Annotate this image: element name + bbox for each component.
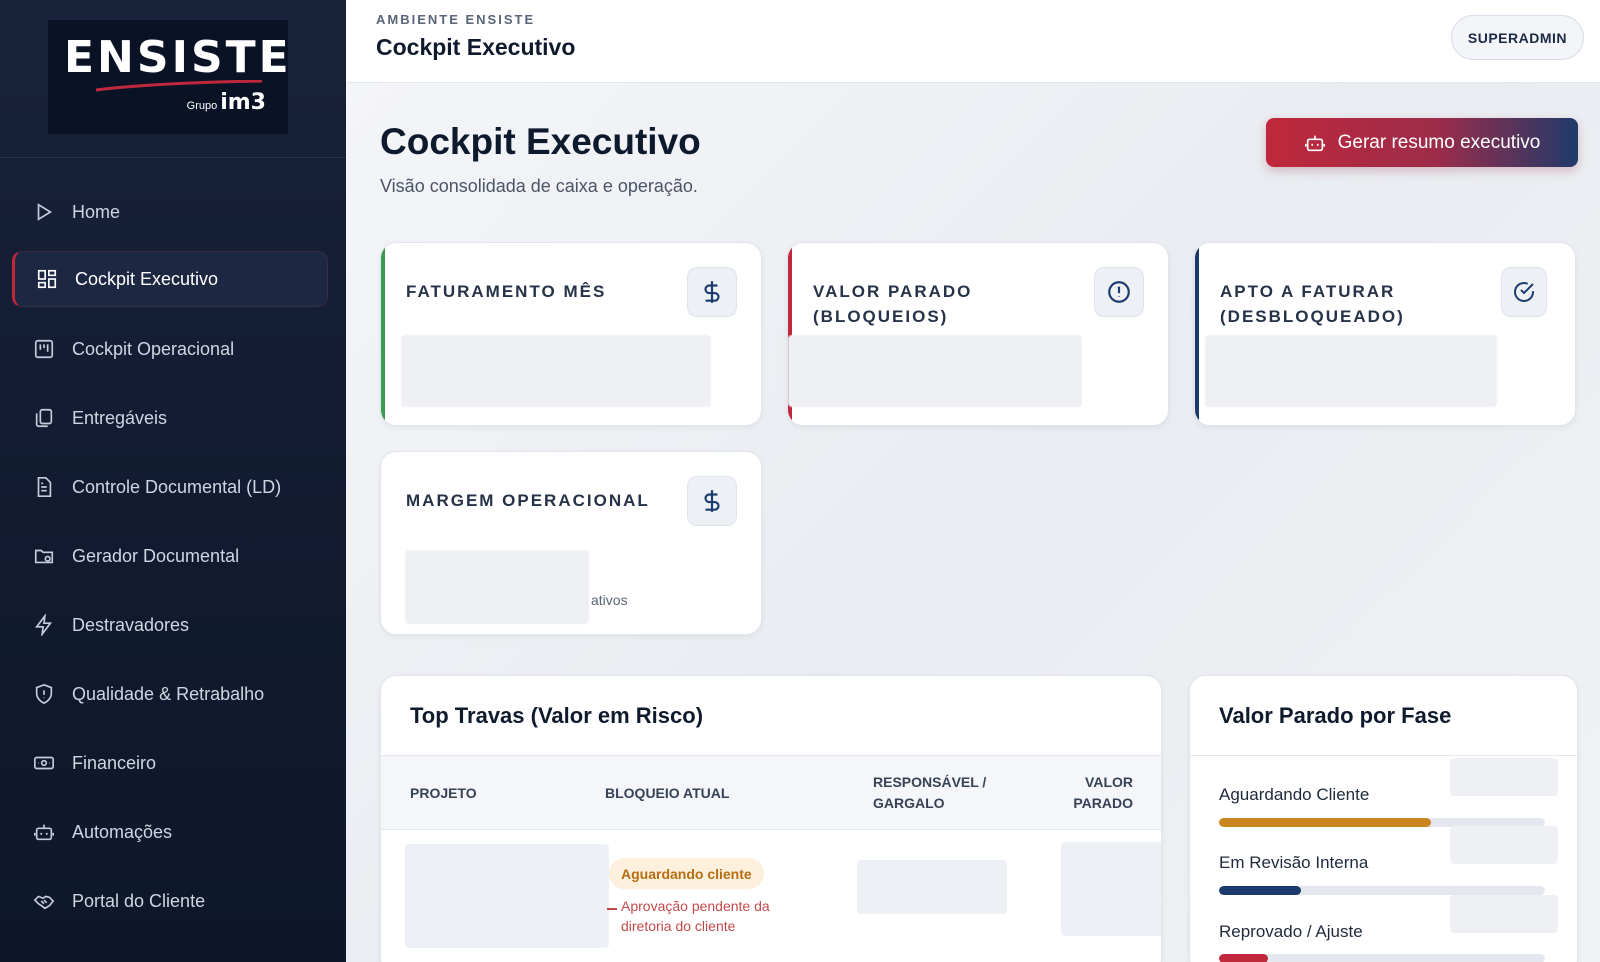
- phase-label: Aguardando Cliente: [1219, 785, 1370, 804]
- sidebar: ENSISTE Grupo im3 Home Cockpit Executivo …: [0, 0, 346, 962]
- kpi-value-redacted: [405, 550, 589, 624]
- panel-title: Top Travas (Valor em Risco): [410, 703, 704, 728]
- robot-icon: [32, 820, 56, 844]
- table-header: PROJETO BLOQUEIO ATUAL RESPONSÁVEL / GAR…: [381, 756, 1161, 830]
- kpi-value-redacted: [788, 335, 1082, 407]
- panel-divider: [1190, 755, 1577, 756]
- document-icon: [32, 475, 56, 499]
- brand-logo[interactable]: ENSISTE Grupo im3: [48, 20, 289, 134]
- kpi-accent: [1195, 243, 1199, 425]
- sidebar-item-destravadores[interactable]: Destravadores: [12, 597, 328, 653]
- kpi-value-redacted: [401, 335, 711, 407]
- top-travas-panel: Top Travas (Valor em Risco) PROJETO BLOQ…: [380, 675, 1162, 962]
- project-cell-redacted: [405, 844, 609, 948]
- sidebar-item-controle-documental[interactable]: Controle Documental (LD): [12, 459, 328, 515]
- sidebar-item-label: Entregáveis: [72, 407, 168, 428]
- sidebar-item-financeiro[interactable]: Financeiro: [12, 735, 328, 791]
- check-circle-icon: [1501, 267, 1547, 317]
- kpi-card-margem: MARGEM OPERACIONAL ativos: [380, 451, 762, 635]
- dollar-icon: [687, 476, 737, 526]
- sidebar-item-label: Destravadores: [72, 614, 190, 635]
- brand-group: Grupo im3: [187, 90, 266, 115]
- phase-bar-fill: [1219, 954, 1268, 962]
- status-badge: Aguardando cliente: [609, 858, 764, 889]
- valor-parado-fase-panel: Valor Parado por Fase Aguardando Cliente…: [1189, 675, 1578, 962]
- sidebar-item-label: Automações: [72, 821, 173, 842]
- column-header-responsavel[interactable]: RESPONSÁVEL / GARGALO: [873, 772, 993, 814]
- copy-icon: [32, 406, 56, 430]
- top-bar: AMBIENTE ENSISTE Cockpit Executivo SUPER…: [346, 0, 1600, 83]
- brand-name: ENSISTE: [64, 32, 292, 83]
- sidebar-item-cockpit-operacional[interactable]: Cockpit Operacional: [12, 321, 328, 377]
- kanban-icon: [32, 337, 56, 361]
- page-title: Cockpit Executivo: [380, 121, 701, 162]
- lightning-icon: [32, 613, 56, 637]
- column-header-bloqueio[interactable]: BLOQUEIO ATUAL: [605, 783, 729, 804]
- kpi-label: FATURAMENTO MÊS: [406, 282, 607, 301]
- environment-label: AMBIENTE ENSISTE: [376, 12, 536, 27]
- sidebar-item-label: Cockpit Operacional: [72, 338, 235, 359]
- kpi-card-faturamento: FATURAMENTO MÊS: [380, 242, 762, 426]
- generate-summary-label: Gerar resumo executivo: [1337, 131, 1541, 153]
- column-header-projeto[interactable]: PROJETO: [410, 783, 477, 804]
- main-content: Cockpit Executivo Visão consolidada de c…: [346, 83, 1600, 962]
- kpi-value-redacted: [1205, 335, 1497, 407]
- brand-group-name: im3: [220, 90, 266, 115]
- kpi-label: VALOR PARADO (BLOQUEIOS): [813, 282, 973, 326]
- phase-bar-fill: [1219, 818, 1431, 827]
- phase-value-redacted: [1450, 826, 1558, 864]
- phase-bar-fill: [1219, 886, 1301, 895]
- kpi-accent: [381, 243, 385, 425]
- sidebar-item-label: Portal do Cliente: [72, 890, 206, 911]
- phase-label: Reprovado / Ajuste: [1219, 922, 1363, 941]
- sidebar-divider: [0, 157, 346, 158]
- block-note: Aprovação pendente da diretoria do clien…: [621, 898, 770, 934]
- phase-value-redacted: [1450, 895, 1558, 933]
- phase-label: Em Revisão Interna: [1219, 853, 1369, 872]
- grid-icon: [35, 267, 59, 291]
- sidebar-item-label: Cockpit Executivo: [75, 268, 219, 289]
- arrow-icon: [607, 908, 617, 910]
- column-header-valor[interactable]: VALOR PARADO: [1061, 772, 1133, 814]
- value-cell-redacted: [1061, 842, 1161, 936]
- brand-group-label: Grupo: [186, 100, 218, 112]
- sidebar-item-qualidade[interactable]: Qualidade & Retrabalho: [12, 666, 328, 722]
- play-icon: [32, 200, 56, 224]
- banknote-icon: [32, 751, 56, 775]
- phase-bar: [1219, 954, 1545, 962]
- phase-bar: [1219, 886, 1545, 895]
- panel-title: Valor Parado por Fase: [1219, 703, 1452, 728]
- owner-cell-redacted: [857, 860, 1007, 914]
- sidebar-item-portal-cliente[interactable]: Portal do Cliente: [12, 873, 328, 929]
- kpi-label: APTO A FATURAR (DESBLOQUEADO): [1220, 282, 1405, 326]
- alert-circle-icon: [1094, 267, 1144, 317]
- sidebar-item-entregaveis[interactable]: Entregáveis: [12, 390, 328, 446]
- robot-icon: [1304, 135, 1325, 151]
- generate-summary-button[interactable]: Gerar resumo executivo: [1266, 118, 1578, 167]
- folder-gear-icon: [32, 544, 56, 568]
- sidebar-item-gerador-documental[interactable]: Gerador Documental: [12, 528, 328, 584]
- sidebar-item-label: Gerador Documental: [72, 545, 240, 566]
- handshake-icon: [32, 889, 56, 913]
- dollar-icon: [687, 267, 737, 317]
- sidebar-item-automacoes[interactable]: Automações: [12, 804, 328, 860]
- sidebar-item-cockpit-executivo[interactable]: Cockpit Executivo: [12, 251, 328, 307]
- user-role-badge[interactable]: SUPERADMIN: [1450, 15, 1584, 60]
- sidebar-item-label: Financeiro: [72, 752, 157, 773]
- header-title: Cockpit Executivo: [376, 34, 576, 60]
- kpi-card-apto-faturar: APTO A FATURAR (DESBLOQUEADO): [1194, 242, 1576, 426]
- kpi-tail-text: ativos: [591, 592, 628, 608]
- kpi-card-valor-parado: VALOR PARADO (BLOQUEIOS): [787, 242, 1169, 426]
- sidebar-item-label: Qualidade & Retrabalho: [72, 683, 265, 704]
- kpi-label: MARGEM OPERACIONAL: [406, 491, 650, 510]
- sidebar-item-home[interactable]: Home: [12, 184, 328, 240]
- shield-icon: [32, 682, 56, 706]
- page-subtitle: Visão consolidada de caixa e operação.: [380, 176, 698, 196]
- sidebar-item-label: Home: [72, 201, 121, 222]
- phase-value-redacted: [1450, 758, 1558, 796]
- sidebar-item-label: Controle Documental (LD): [72, 476, 282, 497]
